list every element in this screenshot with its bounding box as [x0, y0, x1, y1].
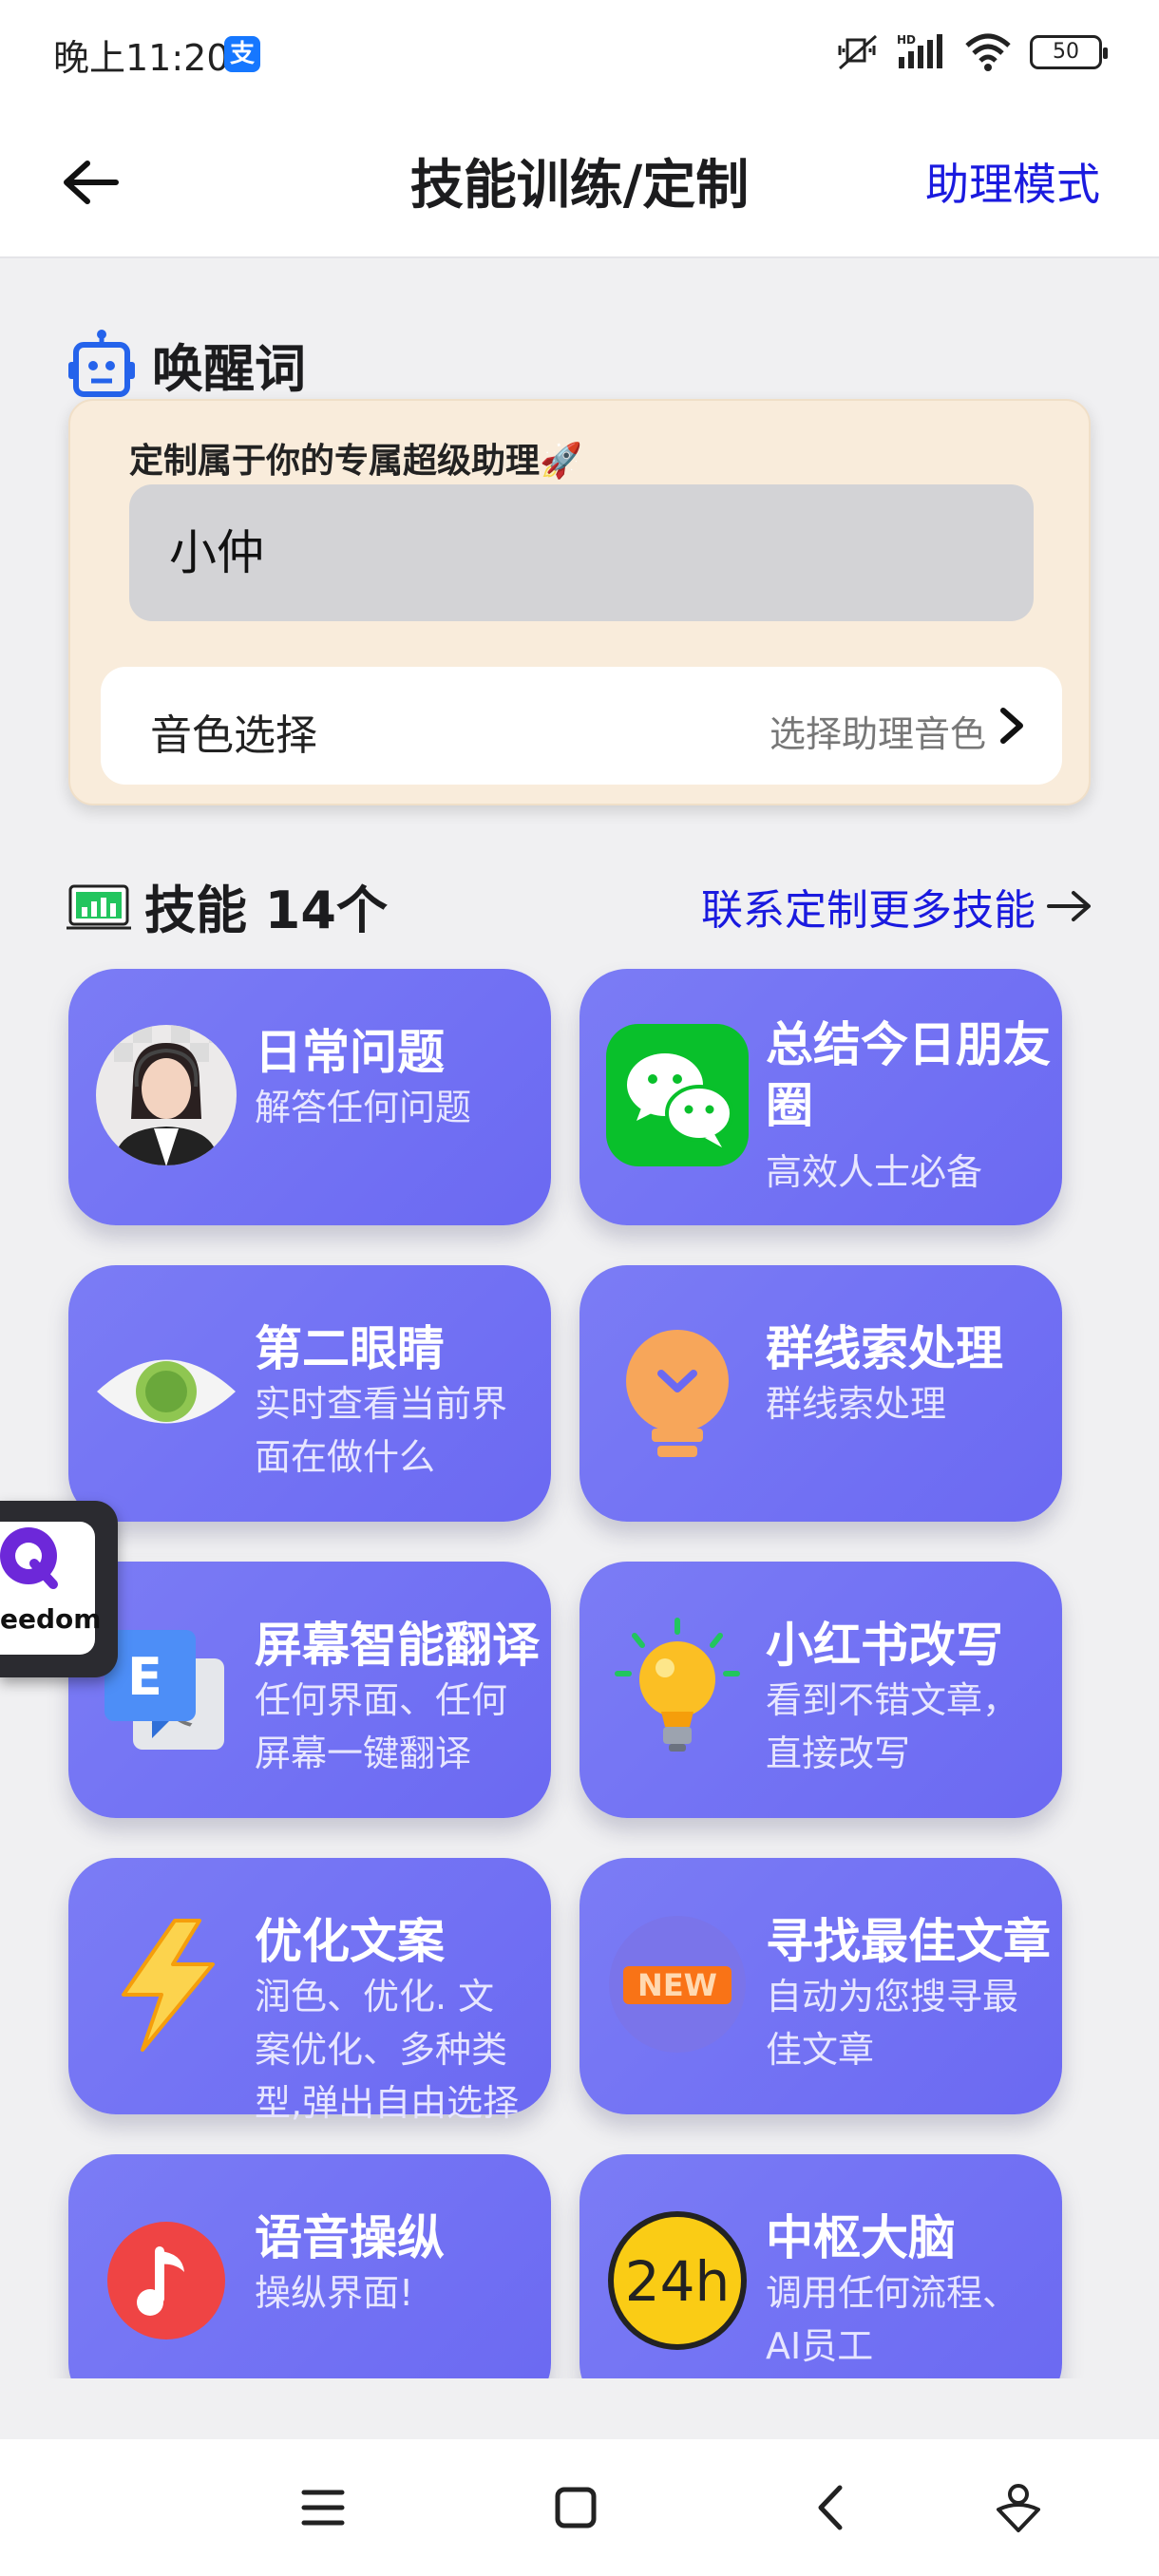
- skill-card-group-leads[interactable]: 群线索处理 群线索处理: [580, 1265, 1062, 1522]
- skill-name: 屏幕智能翻译: [255, 1618, 540, 1673]
- skill-desc: 任何界面、任何屏幕一键翻译: [255, 1679, 508, 1774]
- skills-title: 技能 14个: [66, 868, 388, 943]
- wifi-icon: [965, 33, 1011, 71]
- skill-desc: 润色、优化. 文案优化、多种类型,弹出自由选择: [255, 1976, 520, 2124]
- skill-name: 日常问题: [255, 1025, 445, 1080]
- bulb-icon: [606, 1617, 749, 1759]
- wake-section-title: 唤醒词: [66, 327, 306, 402]
- lightning-icon: [95, 1913, 238, 2055]
- eye-icon: [95, 1320, 238, 1463]
- svg-text:E: E: [127, 1647, 162, 1707]
- new-badge-text: NEW: [637, 1967, 717, 2003]
- skill-card-central-brain[interactable]: 24h 中枢大脑 调用任何流程、AI员工: [580, 2154, 1062, 2378]
- skill-card-find-best-article[interactable]: NEW 寻找最佳文章 自动为您搜寻最佳文章: [580, 1858, 1062, 2114]
- skill-desc: 群线索处理: [766, 1383, 947, 1425]
- skills-header: 技能 14个 联系定制更多技能: [66, 868, 1092, 944]
- svg-text:HD: HD: [897, 33, 916, 47]
- nav-menu-button[interactable]: [293, 2477, 353, 2538]
- clock-24h-icon: 24h: [606, 2209, 749, 2352]
- assistant-mode-link[interactable]: 助理模式: [925, 150, 1100, 213]
- skill-desc: 高效人士必备: [766, 1151, 983, 1193]
- overlay-tile: eedom: [0, 1522, 101, 1655]
- skills-count-label: 技能 14个: [144, 881, 388, 940]
- overlay-logo-icon: [0, 1527, 58, 1589]
- nav-assistant-button[interactable]: [988, 2477, 1049, 2538]
- voice-select-value: 选择助理音色: [769, 713, 986, 755]
- skill-name: 优化文案: [255, 1914, 445, 1969]
- system-nav-bar: [0, 2439, 1159, 2576]
- overlay-label: eedom: [0, 1603, 102, 1635]
- lightbulb-badge-icon: [606, 1320, 749, 1463]
- status-icons: HD 50: [836, 28, 1108, 76]
- nav-home-button[interactable]: [545, 2477, 606, 2538]
- skill-name: 语音操纵: [255, 2210, 445, 2265]
- voice-select-row[interactable]: 音色选择 选择助理音色: [101, 667, 1062, 785]
- chart-screen-icon: [66, 884, 131, 929]
- wake-title-label: 唤醒词: [152, 339, 306, 399]
- floating-overlay-widget[interactable]: eedom: [0, 1501, 118, 1677]
- arrow-right-icon: [1047, 891, 1091, 921]
- skill-name: 寻找最佳文章: [766, 1914, 1051, 1969]
- alipay-notification-icon: 支: [224, 36, 260, 72]
- skill-card-daily-questions[interactable]: 日常问题 解答任何问题: [68, 969, 551, 1225]
- skill-card-second-eye[interactable]: 第二眼睛 实时查看当前界面在做什么: [68, 1265, 551, 1522]
- menu-icon: [301, 2490, 345, 2526]
- signal-icon: HD: [897, 33, 942, 68]
- music-note-icon: [95, 2209, 238, 2352]
- new-badge-icon: NEW: [606, 1913, 749, 2055]
- home-square-icon: [555, 2487, 597, 2529]
- wake-word-input[interactable]: 小仲: [129, 484, 1034, 621]
- mute-vibrate-icon: [838, 34, 878, 70]
- skill-desc: 解答任何问题: [255, 1087, 472, 1128]
- avatar-icon: [95, 1024, 238, 1166]
- robot-icon: [68, 329, 135, 397]
- skill-name: 群线索处理: [766, 1321, 1003, 1376]
- skill-card-optimize-copy[interactable]: 优化文案 润色、优化. 文案优化、多种类型,弹出自由选择: [68, 1858, 551, 2124]
- skill-card-voice-control[interactable]: 语音操纵 操纵界面!: [68, 2154, 551, 2378]
- contact-link-label: 联系定制更多技能: [701, 886, 1036, 935]
- skill-name: 中枢大脑: [766, 2210, 956, 2265]
- chevron-left-icon: [818, 2485, 843, 2530]
- wake-word-card: 定制属于你的专属超级助理🚀 小仲 音色选择 选择助理音色: [68, 399, 1091, 805]
- skill-card-screen-translate[interactable]: 文 E 屏幕智能翻译 任何界面、任何屏幕一键翻译: [68, 1562, 551, 1818]
- main-content[interactable]: 唤醒词 定制属于你的专属超级助理🚀 小仲 音色选择 选择助理音色 技能 14个: [0, 260, 1159, 2378]
- voice-select-label: 音色选择: [150, 711, 317, 760]
- wake-subtitle: 定制属于你的专属超级助理🚀: [129, 442, 582, 481]
- skill-desc: 自动为您搜寻最佳文章: [766, 1976, 1019, 2071]
- skill-desc: 看到不错文章，直接改写: [766, 1679, 1019, 1774]
- skill-name: 第二眼睛: [255, 1321, 445, 1376]
- wechat-icon: [606, 1024, 749, 1166]
- skill-card-xiaohongshu-rewrite[interactable]: 小红书改写 看到不错文章，直接改写: [580, 1562, 1062, 1818]
- status-bar: 晚上11:20 支 HD 50: [0, 0, 1159, 104]
- chevron-right-icon: [1000, 708, 1023, 744]
- app-header: 技能训练/定制 助理模式: [0, 104, 1159, 258]
- battery-indicator: 50: [1030, 35, 1108, 69]
- contact-custom-skills-link[interactable]: 联系定制更多技能: [701, 876, 1092, 937]
- skill-desc: 调用任何流程、AI员工: [766, 2272, 1019, 2367]
- status-time: 晚上11:20: [53, 37, 230, 79]
- assistant-heart-icon: [997, 2484, 1040, 2532]
- skill-card-moments-summary[interactable]: 总结今日朋友圈 高效人士必备: [580, 969, 1062, 1225]
- skill-desc: 实时查看当前界面在做什么: [255, 1383, 508, 1478]
- nav-back-button[interactable]: [800, 2477, 861, 2538]
- clock-24h-text: 24h: [625, 2249, 731, 2314]
- skill-name: 小红书改写: [766, 1618, 1003, 1673]
- skill-desc: 操纵界面!: [255, 2272, 414, 2314]
- skill-name: 总结今日朋友圈: [766, 1017, 1051, 1133]
